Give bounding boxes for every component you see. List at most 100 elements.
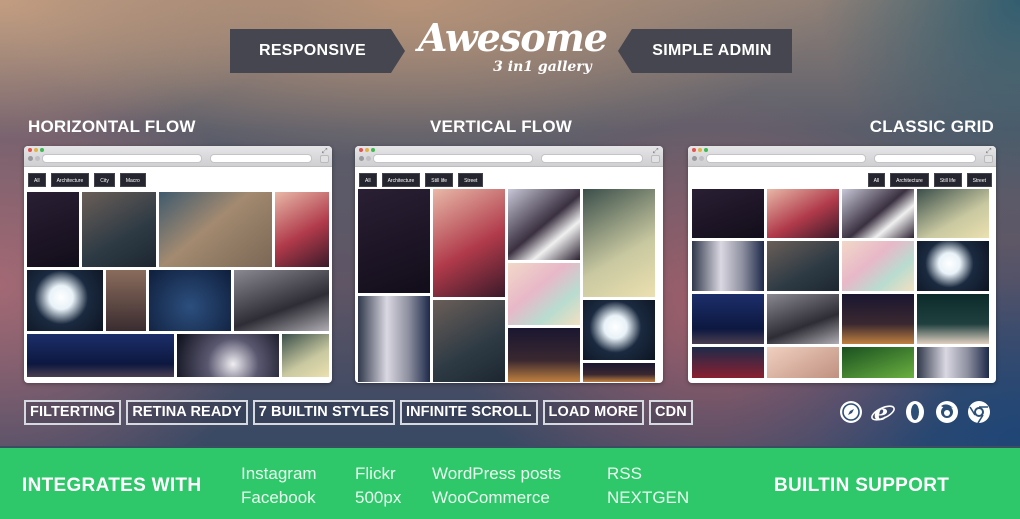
search-bar[interactable]	[541, 154, 643, 163]
integration-instagram: Instagram	[241, 464, 317, 483]
menu-button[interactable]	[651, 155, 660, 163]
nav-buttons	[359, 156, 371, 161]
gallery-photo-man[interactable]	[767, 241, 839, 291]
gallery-photo-dark[interactable]	[692, 189, 764, 238]
search-bar[interactable]	[874, 154, 976, 163]
minimize-dot-icon[interactable]	[698, 148, 702, 152]
filter-still-life[interactable]: Still life	[933, 173, 962, 187]
feature-list: FILTERTING RETINA READY 7 BUILTIN STYLES…	[24, 400, 693, 425]
gallery-photo-hearts[interactable]	[842, 241, 914, 291]
gallery-photo-seed[interactable]	[282, 334, 329, 377]
address-bar[interactable]	[42, 154, 202, 163]
fullscreen-icon[interactable]: ⤢	[986, 148, 993, 155]
gallery-photo-tower[interactable]	[358, 296, 430, 382]
filter-street[interactable]: Street	[966, 173, 992, 187]
filter-all[interactable]: All	[28, 173, 46, 187]
gallery-photo-city[interactable]	[692, 294, 764, 344]
gallery-photo-dark[interactable]	[27, 192, 79, 267]
gallery-photo-night[interactable]	[583, 363, 655, 382]
firefox-icon	[934, 399, 960, 425]
filter-city[interactable]: City	[94, 173, 115, 187]
filter-still-life[interactable]: Still life	[425, 173, 454, 187]
chrome-icon	[966, 399, 992, 425]
fullscreen-icon[interactable]: ⤢	[322, 148, 329, 155]
gallery-photo-camera[interactable]	[842, 189, 914, 238]
filter-architecture[interactable]: Architecture	[890, 173, 929, 187]
filter-architecture[interactable]: Architecture	[381, 173, 421, 187]
builtin-support-title: BUILTIN SUPPORT	[774, 475, 950, 496]
gallery-photo-seed[interactable]	[583, 189, 655, 297]
horizontal-flow-browser: ⤢ All Architecture City Macro	[24, 146, 332, 383]
gallery-photo-camera[interactable]	[508, 189, 580, 260]
minimize-dot-icon[interactable]	[34, 148, 38, 152]
gallery-photo-splash[interactable]	[27, 270, 103, 331]
gallery-photo-red[interactable]	[692, 347, 764, 378]
maximize-dot-icon[interactable]	[40, 148, 44, 152]
gallery-photo-splash[interactable]	[583, 300, 655, 360]
opera-icon	[902, 399, 928, 425]
gallery-photo-chair[interactable]	[275, 192, 329, 267]
gallery-photo-grass[interactable]	[842, 347, 914, 378]
integrations-bar: INTEGRATES WITH Instagram Facebook Flick…	[0, 446, 1020, 519]
gallery-photo-man[interactable]	[433, 300, 505, 382]
fullscreen-icon[interactable]: ⤢	[653, 148, 660, 155]
filter-street[interactable]: Street	[458, 173, 484, 187]
gallery-photo-dandel[interactable]	[177, 334, 279, 377]
gallery-filters: All Architecture Still life Street	[867, 173, 992, 187]
gallery-photo-ruin[interactable]	[234, 270, 329, 331]
gallery-photo-tower[interactable]	[692, 241, 764, 291]
integrates-with-title: INTEGRATES WITH	[22, 475, 202, 496]
gallery-photo-lamps[interactable]	[917, 294, 989, 344]
gallery-photo-chair[interactable]	[433, 189, 505, 297]
close-dot-icon[interactable]	[692, 148, 696, 152]
address-bar[interactable]	[373, 154, 533, 163]
minimize-dot-icon[interactable]	[365, 148, 369, 152]
filter-all[interactable]: All	[867, 173, 886, 187]
gallery-photo-city[interactable]	[27, 334, 174, 377]
horizontal-flow-title: HORIZONTAL FLOW	[28, 117, 196, 136]
gallery-photo-man[interactable]	[82, 192, 156, 267]
gallery-filters: All Architecture City Macro	[28, 173, 146, 187]
nav-buttons	[692, 156, 704, 161]
logo-title: Awesome	[418, 15, 608, 60]
vertical-flow-title: VERTICAL FLOW	[430, 117, 573, 136]
back-icon[interactable]	[28, 156, 33, 161]
feature-load-more: LOAD MORE	[542, 400, 645, 425]
integration-column: RSS NEXTGEN	[607, 462, 689, 510]
gallery-photo-night[interactable]	[842, 294, 914, 344]
gallery-photo-skin[interactable]	[767, 347, 839, 378]
gallery-photo-seed[interactable]	[917, 189, 989, 238]
close-dot-icon[interactable]	[28, 148, 32, 152]
back-icon[interactable]	[359, 156, 364, 161]
menu-button[interactable]	[320, 155, 329, 163]
filter-macro[interactable]: Macro	[119, 173, 146, 187]
gallery-photo-splash[interactable]	[917, 241, 989, 291]
nav-buttons	[28, 156, 40, 161]
gallery-photo-blue[interactable]	[149, 270, 231, 331]
forward-icon[interactable]	[366, 156, 371, 161]
gallery-photo-dark[interactable]	[358, 189, 430, 293]
back-icon[interactable]	[692, 156, 697, 161]
gallery-photo-night[interactable]	[508, 328, 580, 382]
maximize-dot-icon[interactable]	[371, 148, 375, 152]
gallery-photo-hearts[interactable]	[508, 263, 580, 325]
filter-all[interactable]: All	[359, 173, 377, 187]
gallery-photo-tower[interactable]	[917, 347, 989, 378]
browser-toolbar: ⤢	[24, 146, 332, 167]
internet-explorer-icon: e	[870, 399, 896, 425]
gallery-photo-bldg[interactable]	[106, 270, 146, 331]
menu-button[interactable]	[984, 155, 993, 163]
maximize-dot-icon[interactable]	[704, 148, 708, 152]
gallery-photo-spider[interactable]	[159, 192, 272, 267]
close-dot-icon[interactable]	[359, 148, 363, 152]
forward-icon[interactable]	[699, 156, 704, 161]
gallery-photo-chair[interactable]	[767, 189, 839, 238]
gallery-photo-ruin[interactable]	[767, 294, 839, 344]
forward-icon[interactable]	[35, 156, 40, 161]
logo: Awesome 3 in1 gallery	[415, 15, 610, 76]
search-bar[interactable]	[210, 154, 312, 163]
filter-architecture[interactable]: Architecture	[50, 173, 90, 187]
gallery-filters: All Architecture Still life Street	[359, 173, 484, 187]
address-bar[interactable]	[706, 154, 866, 163]
feature-cdn: CDN	[649, 400, 693, 425]
